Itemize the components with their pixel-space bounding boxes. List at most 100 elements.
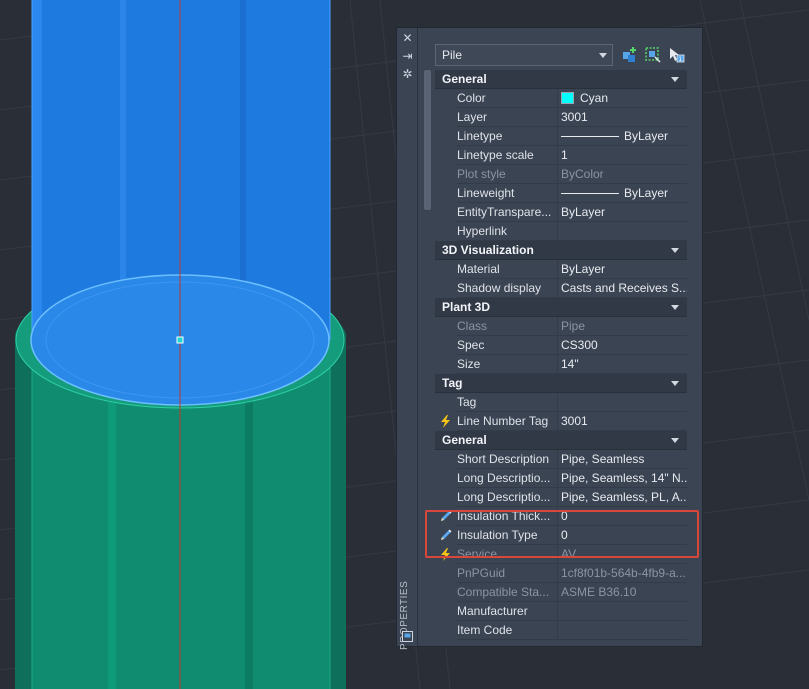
property-value-text: CS300 bbox=[561, 338, 598, 352]
property-value[interactable] bbox=[558, 621, 687, 640]
row-gutter bbox=[435, 621, 457, 640]
property-name: Short Description bbox=[457, 450, 558, 469]
center-grip[interactable] bbox=[176, 336, 184, 344]
row-gutter bbox=[435, 222, 457, 241]
property-row[interactable]: Tag bbox=[435, 393, 687, 412]
collapse-chevron-icon[interactable] bbox=[671, 77, 679, 82]
property-value[interactable]: 14" bbox=[558, 355, 687, 374]
property-row[interactable]: Item Code bbox=[435, 621, 687, 640]
select-objects-icon[interactable] bbox=[644, 46, 662, 64]
property-value[interactable]: ByLayer bbox=[558, 127, 687, 146]
property-name: Layer bbox=[457, 108, 558, 127]
linetype-sample bbox=[561, 193, 619, 194]
property-row[interactable]: Linetype ByLayer bbox=[435, 127, 687, 146]
row-gutter bbox=[435, 184, 457, 203]
property-row[interactable]: Manufacturer bbox=[435, 602, 687, 621]
property-name: Long Descriptio... bbox=[457, 469, 558, 488]
property-row[interactable]: Compatible Sta... ASME B36.10 bbox=[435, 583, 687, 602]
property-row[interactable]: Line Number Tag 3001 bbox=[435, 412, 687, 431]
property-name: Linetype scale bbox=[457, 146, 558, 165]
palette-scrollbar[interactable] bbox=[424, 70, 431, 210]
property-value-text: Pipe, Seamless bbox=[561, 452, 645, 466]
property-row[interactable]: PnPGuid 1cf8f01b-564b-4fb9-a... bbox=[435, 564, 687, 583]
palette-menu-icon[interactable] bbox=[402, 631, 413, 642]
property-row[interactable]: Size 14" bbox=[435, 355, 687, 374]
property-value[interactable]: 1cf8f01b-564b-4fb9-a... bbox=[558, 564, 687, 583]
section-title: General bbox=[442, 433, 487, 447]
property-row[interactable]: Long Descriptio... Pipe, Seamless, PL, A.… bbox=[435, 488, 687, 507]
property-row[interactable]: Plot style ByColor bbox=[435, 165, 687, 184]
autohide-icon[interactable]: ⇥ bbox=[401, 50, 414, 63]
property-value[interactable]: Casts and Receives S... bbox=[558, 279, 687, 298]
collapse-chevron-icon[interactable] bbox=[671, 381, 679, 386]
property-value[interactable] bbox=[558, 602, 687, 621]
property-value-text: ByLayer bbox=[624, 129, 669, 143]
property-value-text: ASME B36.10 bbox=[561, 585, 637, 599]
property-value-text: 3001 bbox=[561, 414, 588, 428]
property-value[interactable]: Pipe bbox=[558, 317, 687, 336]
section-header[interactable]: General bbox=[435, 70, 687, 89]
property-value-text: 14" bbox=[561, 357, 579, 371]
property-value[interactable]: 3001 bbox=[558, 108, 687, 127]
collapse-chevron-icon[interactable] bbox=[671, 248, 679, 253]
section-header[interactable]: General bbox=[435, 431, 687, 450]
property-row[interactable]: Lineweight ByLayer bbox=[435, 184, 687, 203]
property-name: Shadow display bbox=[457, 279, 558, 298]
property-row[interactable]: Spec CS300 bbox=[435, 336, 687, 355]
property-name: Hyperlink bbox=[457, 222, 558, 241]
property-row[interactable]: Color Cyan bbox=[435, 89, 687, 108]
property-row[interactable]: Hyperlink bbox=[435, 222, 687, 241]
toggle-pickadd-icon[interactable]: 1 bbox=[667, 46, 685, 64]
property-value[interactable] bbox=[558, 393, 687, 412]
palette-title-strip[interactable]: ✕ ⇥ ✲ PROPERTIES bbox=[397, 28, 418, 650]
quick-select-icon[interactable] bbox=[621, 46, 639, 64]
property-row[interactable]: EntityTranspare... ByLayer bbox=[435, 203, 687, 222]
property-value-text: Pipe bbox=[561, 319, 586, 333]
property-value[interactable]: CS300 bbox=[558, 336, 687, 355]
property-row[interactable]: Long Descriptio... Pipe, Seamless, 14" N.… bbox=[435, 469, 687, 488]
property-value-text: ByColor bbox=[561, 167, 604, 181]
property-name: Color bbox=[457, 89, 558, 108]
property-value[interactable] bbox=[558, 222, 687, 241]
property-value[interactable]: Pipe, Seamless, 14" N... bbox=[558, 469, 687, 488]
row-gutter bbox=[435, 89, 457, 108]
section-header[interactable]: Tag bbox=[435, 374, 687, 393]
property-name: Material bbox=[457, 260, 558, 279]
property-row[interactable]: Class Pipe bbox=[435, 317, 687, 336]
property-name: Line Number Tag bbox=[457, 412, 558, 431]
palette-toolbar: Pile 1 bbox=[435, 44, 699, 68]
property-row[interactable]: Shadow display Casts and Receives S... bbox=[435, 279, 687, 298]
property-name: PnPGuid bbox=[457, 564, 558, 583]
property-value-text: ByLayer bbox=[561, 205, 606, 219]
property-row[interactable]: Layer 3001 bbox=[435, 108, 687, 127]
property-value-text: 1cf8f01b-564b-4fb9-a... bbox=[561, 566, 686, 580]
collapse-chevron-icon[interactable] bbox=[671, 438, 679, 443]
close-icon[interactable]: ✕ bbox=[401, 32, 414, 45]
property-value-text: 1 bbox=[561, 148, 568, 162]
collapse-chevron-icon[interactable] bbox=[671, 305, 679, 310]
property-value[interactable]: ByLayer bbox=[558, 203, 687, 222]
property-value[interactable]: ByColor bbox=[558, 165, 687, 184]
object-type-value: Pile bbox=[442, 48, 463, 62]
object-type-dropdown[interactable]: Pile bbox=[435, 44, 613, 66]
palette-properties-icon[interactable]: ✲ bbox=[401, 68, 414, 81]
section-header[interactable]: 3D Visualization bbox=[435, 241, 687, 260]
property-value[interactable]: 3001 bbox=[558, 412, 687, 431]
scrollbar-thumb[interactable] bbox=[424, 70, 431, 210]
property-value[interactable]: ByLayer bbox=[558, 184, 687, 203]
property-value[interactable]: 1 bbox=[558, 146, 687, 165]
section-header[interactable]: Plant 3D bbox=[435, 298, 687, 317]
row-gutter bbox=[435, 488, 457, 507]
property-name: Compatible Sta... bbox=[457, 583, 558, 602]
property-row[interactable]: Linetype scale 1 bbox=[435, 146, 687, 165]
property-value[interactable]: ASME B36.10 bbox=[558, 583, 687, 602]
property-value[interactable]: ByLayer bbox=[558, 260, 687, 279]
property-value[interactable]: Pipe, Seamless bbox=[558, 450, 687, 469]
property-value[interactable]: Pipe, Seamless, PL, A... bbox=[558, 488, 687, 507]
property-value[interactable]: Cyan bbox=[558, 89, 687, 108]
row-gutter bbox=[435, 450, 457, 469]
property-row[interactable]: Short Description Pipe, Seamless bbox=[435, 450, 687, 469]
section-title: 3D Visualization bbox=[442, 243, 534, 257]
row-gutter bbox=[435, 127, 457, 146]
property-row[interactable]: Material ByLayer bbox=[435, 260, 687, 279]
